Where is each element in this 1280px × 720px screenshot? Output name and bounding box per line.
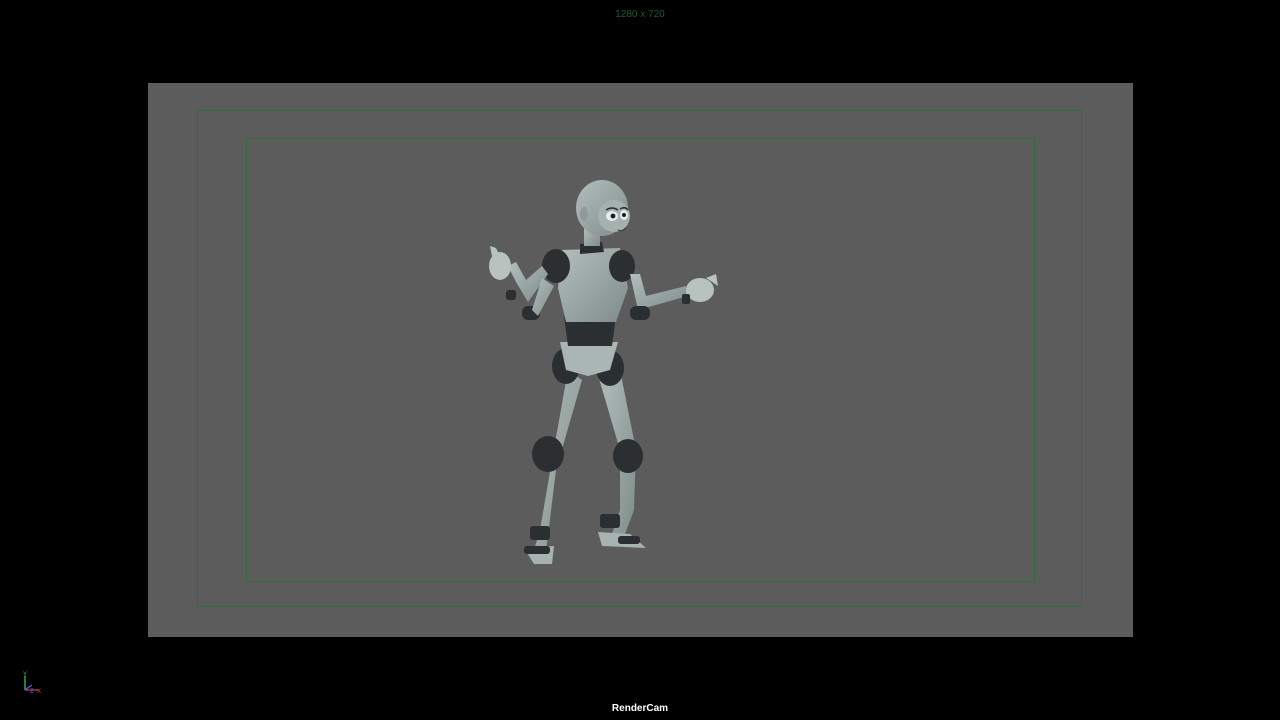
axis-x-label: X [37, 689, 41, 695]
camera-name-label: RenderCam [611, 703, 669, 714]
axis-z-label: Z [30, 689, 34, 695]
resolution-label: 1280 x 720 [615, 9, 665, 20]
xyz-axis-icon: Y X Z [18, 670, 44, 696]
3d-viewport[interactable]: 1280 x 720 Y X Z RenderCam [0, 0, 1280, 720]
character-model[interactable] [470, 170, 750, 580]
axis-y-label: Y [23, 672, 27, 678]
